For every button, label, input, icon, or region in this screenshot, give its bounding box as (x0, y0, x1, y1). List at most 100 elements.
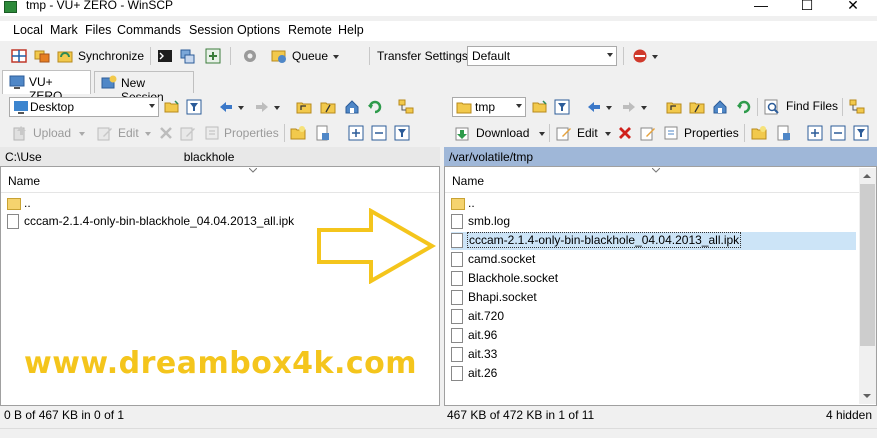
root-directory-icon[interactable] (689, 99, 705, 115)
tree-icon[interactable] (398, 99, 414, 115)
properties-icon[interactable] (663, 125, 679, 141)
scroll-down-icon[interactable] (863, 394, 871, 398)
upload-button[interactable]: Upload (33, 126, 71, 140)
filter-icon[interactable] (554, 99, 570, 115)
list-item[interactable]: .. (451, 195, 856, 213)
back-arrow-icon[interactable] (218, 99, 234, 115)
tree-icon[interactable] (849, 99, 865, 115)
forward-dropdown-icon[interactable] (274, 106, 280, 110)
tab-new-session[interactable]: New Session (94, 71, 194, 104)
preset-dropdown-icon[interactable] (652, 55, 658, 59)
forward-arrow-icon[interactable] (254, 99, 270, 115)
parent-directory-icon[interactable] (296, 99, 312, 115)
list-item[interactable]: ait.96 (451, 327, 856, 345)
list-item[interactable]: Blackhole.socket (451, 270, 856, 288)
rename-icon[interactable] (640, 125, 656, 141)
terminal-icon[interactable] (157, 48, 173, 64)
new-file-icon[interactable] (775, 125, 791, 141)
filter-select-icon[interactable] (394, 125, 410, 141)
open-folder-icon[interactable] (164, 99, 180, 115)
filter-icon[interactable] (186, 99, 202, 115)
back-dropdown-icon[interactable] (238, 106, 244, 110)
scroll-up-icon[interactable] (863, 174, 871, 178)
menu-files[interactable]: Files (85, 23, 111, 37)
list-item[interactable]: camd.socket (451, 251, 856, 269)
remote-file-list[interactable]: Name .. smb.log cccam-2.1.4-only-bin-bla… (444, 166, 877, 406)
scrollbar-thumb[interactable] (860, 184, 875, 346)
name-column-header[interactable]: Name (8, 174, 40, 188)
back-dropdown-icon[interactable] (606, 106, 612, 110)
list-item[interactable]: Bhapi.socket (451, 289, 856, 307)
remote-column-header[interactable]: Name (445, 167, 876, 193)
root-directory-icon[interactable] (320, 99, 336, 115)
delete-icon[interactable] (617, 125, 633, 141)
back-arrow-icon[interactable] (586, 99, 602, 115)
forward-arrow-icon[interactable] (621, 99, 637, 115)
menu-local[interactable]: Local (13, 23, 43, 37)
home-icon[interactable] (712, 99, 728, 115)
forward-dropdown-icon[interactable] (641, 106, 647, 110)
upload-icon[interactable] (12, 125, 28, 141)
list-item-selected[interactable]: cccam-2.1.4-only-bin-blackhole_04.04.201… (451, 232, 856, 250)
rename-icon[interactable] (180, 125, 196, 141)
menu-mark[interactable]: Mark (50, 23, 78, 37)
properties-button[interactable]: Properties (684, 126, 739, 140)
menu-remote[interactable]: Remote (288, 23, 332, 37)
download-button[interactable]: Download (476, 126, 529, 140)
menu-commands[interactable]: Commands (117, 23, 181, 37)
edit-button[interactable]: Edit (577, 126, 598, 140)
name-column-header[interactable]: Name (452, 174, 484, 188)
select-minus-icon[interactable] (371, 125, 387, 141)
refresh-icon[interactable] (736, 99, 752, 115)
new-folder-icon[interactable] (751, 125, 767, 141)
list-item[interactable]: smb.log (451, 213, 856, 231)
list-item[interactable]: ait.720 (451, 308, 856, 326)
parent-directory-icon[interactable] (666, 99, 682, 115)
tab-vu-zero[interactable]: VU+ ZERO (2, 70, 91, 103)
select-plus-icon[interactable] (348, 125, 364, 141)
list-item[interactable]: ait.26 (451, 365, 856, 383)
edit-icon[interactable] (556, 125, 572, 141)
refresh-icon[interactable] (367, 99, 383, 115)
search-icon[interactable] (764, 99, 780, 115)
close-window-button[interactable]: ✕ (830, 0, 876, 16)
properties-button[interactable]: Properties (224, 126, 279, 140)
synchronize-icon[interactable] (57, 48, 73, 64)
synchronize-button[interactable]: Synchronize (78, 49, 144, 63)
select-minus-icon[interactable] (830, 125, 846, 141)
local-column-header[interactable]: Name (1, 167, 439, 193)
filter-select-icon[interactable] (853, 125, 869, 141)
open-folder-icon[interactable] (532, 99, 548, 115)
session-icon[interactable] (205, 48, 221, 64)
transfer-preset-icon[interactable] (632, 48, 648, 64)
properties-icon[interactable] (204, 125, 220, 141)
compare-directories-icon[interactable] (11, 48, 27, 64)
home-icon[interactable] (344, 99, 360, 115)
edit-button[interactable]: Edit (118, 126, 139, 140)
select-plus-icon[interactable] (807, 125, 823, 141)
edit-dropdown-icon[interactable] (145, 132, 151, 136)
new-folder-icon[interactable] (290, 125, 306, 141)
transfer-settings-select[interactable]: Default (467, 46, 617, 66)
maximize-button[interactable]: ☐ (784, 0, 830, 16)
putty-icon[interactable] (179, 48, 195, 64)
edit-dropdown-icon[interactable] (605, 132, 611, 136)
remote-scrollbar[interactable] (859, 168, 876, 404)
queue-dropdown-icon[interactable] (333, 55, 339, 59)
upload-dropdown-icon[interactable] (79, 132, 85, 136)
download-icon[interactable] (454, 125, 470, 141)
menu-session[interactable]: Session (189, 23, 233, 37)
edit-icon[interactable] (97, 125, 113, 141)
local-location-select[interactable]: Desktop (9, 97, 159, 117)
gear-icon[interactable] (242, 48, 258, 64)
menu-options[interactable]: Options (237, 23, 280, 37)
delete-icon[interactable] (158, 125, 174, 141)
list-item[interactable]: ait.33 (451, 346, 856, 364)
menu-help[interactable]: Help (338, 23, 364, 37)
new-file-icon[interactable] (314, 125, 330, 141)
remote-location-select[interactable]: tmp (452, 97, 526, 117)
minimize-button[interactable]: — (738, 0, 784, 16)
queue-icon[interactable] (271, 48, 287, 64)
find-files-button[interactable]: Find Files (786, 99, 838, 113)
download-dropdown-icon[interactable] (539, 132, 545, 136)
